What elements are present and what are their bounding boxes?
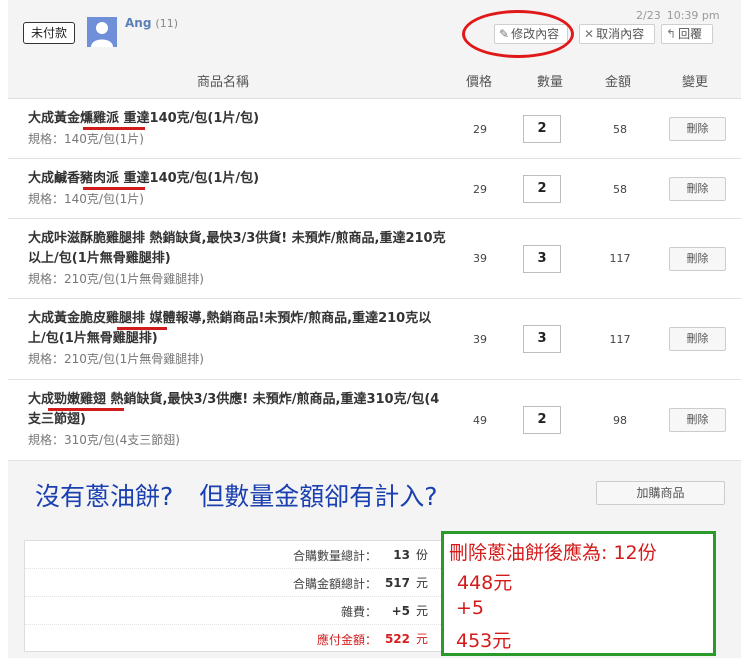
product-title: 大成黃金燻雞派 重達140克/包(1片/包) bbox=[28, 111, 260, 126]
summary-due-number: 522 bbox=[384, 632, 410, 646]
product-amount: 117 bbox=[609, 252, 631, 265]
order-summary: 合購數量總計： 13 份 合購金額總計： 517 元 雜費： +5 元 應付金額： 5… bbox=[24, 540, 443, 653]
summary-fee-value: +5 元 bbox=[370, 602, 440, 619]
cancel-content-label: 取消內容 bbox=[596, 27, 645, 41]
product-spec: 規格：140克/包(1片) bbox=[28, 132, 144, 146]
close-icon: ✕ bbox=[584, 27, 595, 41]
summary-due-unit: 元 bbox=[416, 632, 429, 646]
annotation-circle bbox=[462, 10, 574, 58]
product-spec: 規格：210克/包(1片無骨雞腿排) bbox=[28, 272, 204, 286]
annotation-underline bbox=[117, 327, 167, 330]
quantity-field[interactable]: 2 bbox=[523, 406, 561, 434]
product-price: 29 bbox=[473, 183, 487, 196]
product-spec: 規格：310克/包(4支三節翅) bbox=[28, 433, 180, 447]
annotation-underline bbox=[48, 408, 124, 411]
column-header-price: 價格 bbox=[466, 75, 493, 90]
delete-button[interactable]: 刪除 bbox=[669, 177, 726, 201]
summary-qty-line: 合購數量總計： 13 份 bbox=[25, 541, 443, 569]
username[interactable]: Ang bbox=[125, 16, 151, 30]
column-header-amount: 金額 bbox=[605, 75, 632, 90]
product-spec: 規格：210克/包(1片無骨雞腿排) bbox=[28, 352, 204, 366]
table-row: 大成咔滋酥脆雞腿排 熱銷缺貨,最快3/3供貨! 未預炸/煎商品,重達210克以上… bbox=[8, 219, 741, 299]
summary-total-unit: 元 bbox=[416, 576, 429, 590]
status-badge: 未付款 bbox=[23, 22, 75, 44]
quantity-field[interactable]: 3 bbox=[523, 325, 561, 353]
column-header-qty: 數量 bbox=[537, 75, 564, 90]
summary-fee-line: 雜費： +5 元 bbox=[25, 597, 443, 625]
table-row: 大成鹹香豬肉派 重達140克/包(1片/包) 規格：140克/包(1片) 29 … bbox=[8, 159, 741, 219]
summary-fee-number: +5 bbox=[391, 604, 410, 618]
product-title: 大成咔滋酥脆雞腿排 熱銷缺貨,最快3/3供貨! 未預炸/煎商品,重達210克以上… bbox=[28, 231, 446, 266]
summary-qty-number: 13 bbox=[393, 548, 410, 562]
table-row: 大成黃金燻雞派 重達140克/包(1片/包) 規格：140克/包(1片) 29 … bbox=[8, 99, 741, 159]
annotation-note-due: 453元 bbox=[456, 630, 512, 652]
summary-due-label: 應付金額： bbox=[316, 633, 377, 647]
table-row: 大成勁嫩雞翅 熱銷缺貨,最快3/3供應! 未預炸/煎商品,重達310克/包(4支… bbox=[8, 380, 741, 461]
summary-qty-unit: 份 bbox=[416, 548, 429, 562]
user-count: (11) bbox=[155, 17, 179, 30]
annotation-underline bbox=[83, 187, 145, 190]
timestamp-time: 10:39 pm bbox=[666, 9, 720, 22]
summary-due-line: 應付金額： 522 元 bbox=[25, 625, 443, 653]
delete-button[interactable]: 刪除 bbox=[669, 247, 726, 271]
summary-total-value: 517 元 bbox=[370, 574, 440, 591]
summary-fee-unit: 元 bbox=[416, 604, 429, 618]
product-amount: 117 bbox=[609, 333, 631, 346]
product-price: 49 bbox=[473, 414, 487, 427]
quantity-field[interactable]: 2 bbox=[523, 115, 561, 143]
summary-total-line: 合購金額總計： 517 元 bbox=[25, 569, 443, 597]
delete-button[interactable]: 刪除 bbox=[669, 117, 726, 141]
annotation-note-qty: 刪除蔥油餅後應為: 12份 bbox=[449, 542, 657, 564]
product-price: 39 bbox=[473, 252, 487, 265]
column-header-change: 變更 bbox=[682, 75, 709, 90]
summary-total-label: 合購金額總計： bbox=[292, 577, 377, 591]
avatar bbox=[87, 17, 117, 47]
add-product-button[interactable]: 加購商品 bbox=[596, 481, 725, 505]
summary-qty-value: 13 份 bbox=[370, 546, 440, 563]
product-title: 大成鹹香豬肉派 重達140克/包(1片/包) bbox=[28, 171, 260, 186]
annotation-note-total: 448元 bbox=[457, 572, 513, 594]
product-spec: 規格：140克/包(1片) bbox=[28, 192, 144, 206]
quantity-field[interactable]: 2 bbox=[523, 175, 561, 203]
timestamp-date: 2/23 bbox=[636, 9, 661, 22]
timestamp: 2/23 10:39 pm bbox=[636, 9, 720, 22]
annotation-question: 沒有蔥油餅? 但數量金額卻有計入? bbox=[35, 477, 438, 513]
summary-qty-label: 合購數量總計： bbox=[292, 549, 377, 563]
product-price: 39 bbox=[473, 333, 487, 346]
reply-label: 回覆 bbox=[678, 27, 703, 41]
username-link[interactable]: Ang (11) bbox=[125, 16, 178, 30]
product-amount: 58 bbox=[613, 123, 627, 136]
product-price: 29 bbox=[473, 123, 487, 136]
annotation-underline bbox=[83, 127, 145, 130]
column-header-name: 商品名稱 bbox=[197, 75, 250, 90]
product-amount: 58 bbox=[613, 183, 627, 196]
cancel-content-button[interactable]: ✕ 取消內容 bbox=[579, 24, 655, 44]
annotation-question-part2: 但數量金額卻有計入? bbox=[199, 482, 438, 511]
annotation-question-part1: 沒有蔥油餅? bbox=[35, 482, 174, 511]
delete-button[interactable]: 刪除 bbox=[669, 327, 726, 351]
table-row: 大成黃金脆皮雞腿排 媒體報導,熱銷商品!未預炸/煎商品,重達210克以上/包(1… bbox=[8, 299, 741, 380]
product-amount: 98 bbox=[613, 414, 627, 427]
annotation-correction-box: 刪除蔥油餅後應為: 12份 448元 +5 453元 bbox=[441, 531, 716, 656]
delete-button[interactable]: 刪除 bbox=[669, 408, 726, 432]
summary-total-number: 517 bbox=[384, 576, 410, 590]
annotation-note-fee: +5 bbox=[456, 597, 485, 619]
reply-icon: ↰ bbox=[666, 27, 677, 41]
product-title: 大成黃金脆皮雞腿排 媒體報導,熱銷商品!未預炸/煎商品,重達210克以上/包(1… bbox=[28, 311, 432, 346]
summary-due-value: 522 元 bbox=[370, 630, 440, 647]
quantity-field[interactable]: 3 bbox=[523, 245, 561, 273]
reply-button[interactable]: ↰ 回覆 bbox=[661, 24, 713, 44]
